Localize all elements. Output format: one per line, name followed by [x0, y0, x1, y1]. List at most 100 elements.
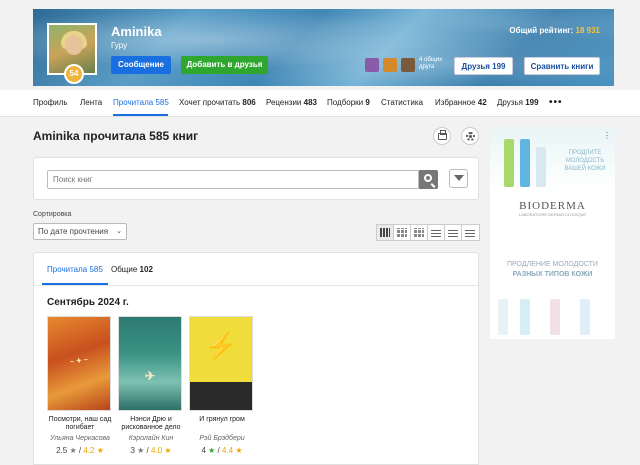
nav-reviews-count: 483	[303, 98, 317, 107]
page-title: Aminika прочитала 585 книг	[33, 129, 199, 143]
nav-reviews-label: Рецензии	[266, 98, 302, 107]
filter-icon	[454, 175, 464, 181]
nav-statistics[interactable]: Статистика	[381, 98, 423, 107]
ad-tagline-2: РАЗНЫХ ТИПОВ КОЖИ	[512, 271, 593, 278]
nav-statistics-label: Статистика	[381, 98, 424, 107]
message-button[interactable]: Сообщение	[111, 56, 171, 74]
product-bottle	[520, 139, 530, 187]
profile-header: 54 Aminika Гуру Сообщение Добавить в дру…	[33, 9, 614, 86]
ad-headline: ПРОДЛИТЕ МОЛОДОСТЬ ВАШЕЙ КОЖИ	[564, 150, 606, 172]
search-input[interactable]	[47, 170, 419, 189]
star-icon: ★	[208, 446, 216, 455]
sort-select[interactable]: По дате прочтения ⌄	[33, 223, 127, 240]
month-heading: Сентябрь 2024 г.	[47, 297, 129, 308]
filter-button[interactable]	[449, 169, 468, 188]
sort-value: По дате прочтения	[38, 227, 109, 236]
friend-avatar-3[interactable]	[401, 58, 415, 72]
sort-label: Сортировка	[33, 211, 72, 218]
username[interactable]: Aminika	[111, 24, 162, 39]
level-badge: 54	[64, 64, 84, 84]
nav-read[interactable]: Прочитала 585	[113, 98, 169, 107]
star-icon: ★	[137, 446, 145, 455]
user-rating: 3	[130, 446, 135, 455]
nav-collections-label: Подборки	[327, 98, 364, 107]
nav-friends-label: Друзья	[497, 98, 523, 107]
settings-button[interactable]	[461, 127, 479, 145]
nav-feed[interactable]: Лента	[80, 98, 102, 107]
gear-icon	[466, 132, 475, 141]
printer-icon	[438, 130, 447, 140]
product-bottle	[520, 299, 530, 335]
nav-friends[interactable]: Друзья 199	[497, 98, 539, 107]
info-icon[interactable]: ⋮	[603, 131, 611, 140]
chevron-down-icon: ⌄	[116, 228, 122, 235]
book-author[interactable]: Ульяна Черкасова	[47, 435, 113, 442]
friends-button[interactable]: Друзья 199	[454, 57, 513, 75]
ad-tagline-1: ПРОДЛЕНИЕ МОЛОДОСТИ	[507, 261, 598, 268]
book-title[interactable]: Нэнси Дрю и рискованное дело	[118, 416, 184, 432]
star-icon: ★	[164, 446, 172, 455]
nav-want-count: 806	[242, 98, 256, 107]
search-box	[33, 157, 479, 200]
nav-read-count: 585	[155, 98, 169, 107]
nav-profile-label: Профиль	[33, 98, 68, 107]
book-title[interactable]: Посмотри, наш сад погибает	[47, 416, 113, 432]
product-bottle	[536, 147, 546, 187]
book-cover[interactable]: ~ ✦ ~	[47, 316, 111, 411]
nav-favorites-count: 42	[477, 98, 487, 107]
books-panel: Прочитала 585 Общие 102 Сентябрь 2024 г.…	[33, 252, 480, 465]
book-author[interactable]: Кэролайн Кин	[118, 435, 184, 442]
search-button[interactable]	[419, 170, 438, 189]
tab-common-count: 102	[139, 265, 153, 274]
view-mode-switcher	[376, 224, 480, 241]
nav-collections-count: 9	[365, 98, 370, 107]
nav-read-label: Прочитала	[113, 98, 154, 107]
view-grid-small[interactable]	[394, 225, 411, 240]
tab-read[interactable]: Прочитала 585	[47, 265, 103, 274]
tab-common-label: Общие	[111, 265, 138, 274]
view-tiles[interactable]	[411, 225, 428, 240]
view-list-compact[interactable]	[445, 225, 462, 240]
book-cover[interactable]: ✈	[118, 316, 182, 411]
nav-feed-label: Лента	[80, 98, 103, 107]
book-author[interactable]: Рэй Брэдбери	[189, 435, 255, 442]
view-grid-large[interactable]	[377, 225, 394, 240]
book-card: ⚡ И грянул гром Рэй Брэдбери 4 ★ / 4.4 ★	[189, 316, 255, 455]
nav-favorites[interactable]: Избранное 42	[435, 98, 487, 107]
add-friend-button[interactable]: Добавить в друзья	[181, 56, 268, 74]
nav-collections[interactable]: Подборки 9	[327, 98, 370, 107]
compare-books-button[interactable]: Сравнить книги	[524, 57, 600, 75]
nav-reviews[interactable]: Рецензии 483	[266, 98, 317, 107]
common-friends[interactable]: 4 общих друга	[419, 57, 449, 71]
grid-large-icon	[380, 228, 390, 237]
nav-active-underline	[113, 114, 168, 116]
list-icon	[431, 228, 441, 237]
book-rating: 3 ★ / 4.0 ★	[130, 446, 172, 455]
book-cover[interactable]: ⚡	[189, 316, 253, 411]
view-list-detailed[interactable]	[462, 225, 479, 240]
product-bottle	[550, 299, 560, 335]
advertisement[interactable]: ПРОДЛИТЕ МОЛОДОСТЬ ВАШЕЙ КОЖИ ⋮ BIODERMA…	[490, 127, 615, 339]
nav-want-to-read[interactable]: Хочет прочитать 806	[179, 98, 256, 107]
user-rating: 2.5	[56, 446, 68, 455]
star-icon: ★	[69, 446, 77, 455]
view-list[interactable]	[428, 225, 445, 240]
list-compact-icon	[448, 228, 458, 237]
product-bottle	[580, 299, 590, 335]
book-title[interactable]: И грянул гром	[189, 416, 255, 432]
friend-avatar-2[interactable]	[383, 58, 397, 72]
avg-rating: 4.4	[222, 446, 234, 455]
more-menu-icon[interactable]: •••	[549, 97, 563, 108]
book-card: ~ ✦ ~ Посмотри, наш сад погибает Ульяна …	[47, 316, 113, 455]
nav-favorites-label: Избранное	[435, 98, 476, 107]
nav-profile[interactable]: Профиль	[33, 98, 68, 107]
avg-rating: 4.0	[151, 446, 163, 455]
nav-friends-count: 199	[525, 98, 539, 107]
tab-common[interactable]: Общие 102	[111, 265, 153, 274]
print-button[interactable]	[433, 127, 451, 145]
friend-avatar-1[interactable]	[365, 58, 379, 72]
cover-art: ⚡	[204, 331, 238, 361]
product-bottle	[504, 139, 514, 187]
star-icon: ★	[96, 446, 104, 455]
product-bottle	[498, 299, 508, 335]
